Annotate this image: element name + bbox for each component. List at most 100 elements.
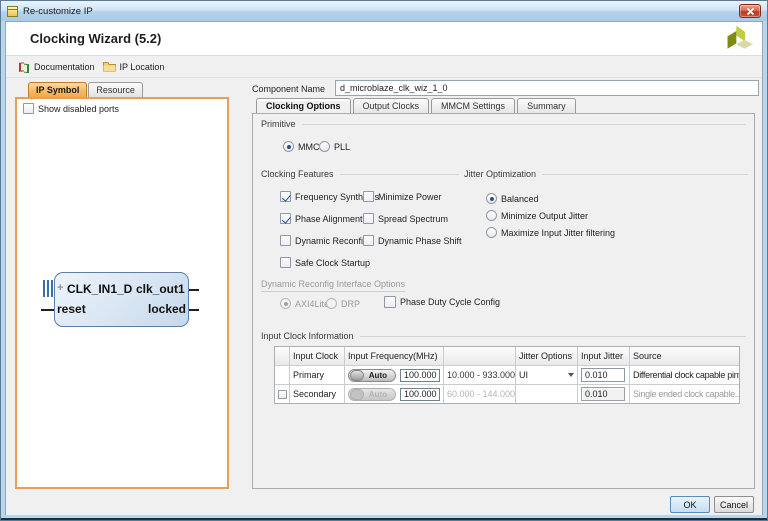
spread-spectrum-checkbox[interactable] [363,213,374,224]
secondary-frequency-input[interactable]: 100.000 [400,388,440,401]
secondary-input-jitter-input[interactable]: 0.010 [581,387,625,401]
clocking-options-panel: Primitive MMCM PLL Clocking Features Fre… [252,113,755,489]
drp-option: DRP [326,298,360,309]
maximize-input-jitter-radio[interactable] [486,227,497,238]
dynamic-phase-shift-checkbox[interactable] [363,235,374,246]
col-input-jitter: Input Jitter [578,347,630,366]
secondary-input-jitter-cell: 0.010 [578,385,630,403]
pll-label: PLL [334,142,350,152]
right-tabbar: Clocking Options Output Clocks MMCM Sett… [256,98,578,113]
tab-resource[interactable]: Resource [88,82,143,97]
port-clk-in1-d: CLK_IN1_D [67,282,132,296]
component-name-label: Component Name [252,81,325,97]
ok-button[interactable]: OK [670,496,710,513]
window-icon [7,6,18,17]
documentation-book-icon [18,61,30,73]
close-button[interactable] [739,4,761,18]
dynamic-reconfig-checkbox[interactable] [280,235,291,246]
secondary-frequency-range: 60.000 - 144.000 [444,385,516,403]
phase-alignment-checkbox[interactable] [280,213,291,224]
tab-ip-symbol[interactable]: IP Symbol [28,82,87,97]
expand-plus-icon[interactable]: + [57,284,66,293]
safe-clock-startup-checkbox[interactable] [280,257,291,268]
jitter-minimize-output-option[interactable]: Minimize Output Jitter [486,210,588,221]
toggle-knob-icon [350,389,364,400]
primary-frequency-input[interactable]: 100.000 [400,369,440,382]
phase-duty-cycle-option[interactable]: Phase Duty Cycle Config [384,296,500,308]
primary-frequency-range: 10.000 - 933.000 [444,366,516,385]
primary-input-jitter-cell: 0.010 [578,366,630,385]
primary-jitter-options-dropdown[interactable]: UI [516,366,578,385]
secondary-name-cell: Secondary [290,385,345,403]
axi4lite-option: AXI4Lite [280,298,329,309]
toolbar: Documentation IP Location [6,56,762,78]
documentation-button[interactable]: Documentation [14,58,99,76]
jitter-optimization-group-header: Jitter Optimization [464,169,748,179]
port-reset: reset [57,302,86,316]
tab-clocking-options[interactable]: Clocking Options [256,98,351,113]
ip-symbol-panel: Show disabled ports + CLK_IN1_D reset cl… [15,97,229,489]
minimize-power-checkbox[interactable] [363,191,374,202]
secondary-enable-cell [275,385,290,403]
ip-location-button[interactable]: IP Location [99,58,169,76]
pll-radio[interactable] [319,141,330,152]
table-row-secondary: Secondary Auto 100.000 60.000 - 144.000 … [275,385,739,403]
show-disabled-ports-checkbox[interactable] [23,103,34,114]
primary-frequency-cell: Auto 100.000 [345,366,444,385]
recustomize-ip-dialog: Re-customize IP Clocking Wizard (5.2) [0,0,768,521]
feature-dynamic-reconfig[interactable]: Dynamic Reconfig [280,235,368,246]
feature-dynamic-phase-shift[interactable]: Dynamic Phase Shift [363,235,462,246]
header-band: Clocking Wizard (5.2) [6,22,762,56]
frequency-synthesis-checkbox[interactable] [280,191,291,202]
toggle-knob-icon [350,370,364,381]
documentation-label: Documentation [34,62,95,72]
dropdown-arrow-icon [738,373,739,377]
locked-stub-line [189,309,199,311]
titlebar[interactable]: Re-customize IP [1,1,767,21]
tab-output-clocks[interactable]: Output Clocks [353,98,430,113]
dynamic-reconfig-group-header: Dynamic Reconfig Interface Options [261,279,405,292]
secondary-enable-checkbox[interactable] [278,390,287,399]
show-disabled-ports-option[interactable]: Show disabled ports [23,103,119,114]
dropdown-arrow-icon [568,373,574,377]
secondary-auto-toggle: Auto [348,388,396,401]
close-icon [746,7,755,16]
primary-source-dropdown[interactable]: Differential clock capable pin [630,366,739,385]
feature-phase-alignment[interactable]: Phase Alignment [280,213,363,224]
col-input-frequency: Input Frequency(MHz) [345,347,444,366]
table-header-row: Input Clock Input Frequency(MHz) Jitter … [275,347,739,366]
primary-name-cell: Primary [290,366,345,385]
cancel-button[interactable]: Cancel [714,496,754,513]
balanced-radio[interactable] [486,193,497,204]
axi4lite-radio [280,298,291,309]
secondary-source-dropdown: Single ended clock capable... [630,385,739,403]
window-title: Re-customize IP [23,6,93,17]
feature-safe-clock-startup[interactable]: Safe Clock Startup [280,257,370,268]
diff-clock-pins-icon [43,280,53,297]
mmcm-radio[interactable] [283,141,294,152]
tab-mmcm-settings[interactable]: MMCM Settings [431,98,515,113]
tab-summary[interactable]: Summary [517,98,576,113]
input-clock-table: Input Clock Input Frequency(MHz) Jitter … [274,346,740,404]
port-clk-out1: clk_out1 [136,282,185,296]
phase-duty-cycle-checkbox[interactable] [384,296,396,308]
jitter-balanced-option[interactable]: Balanced [486,193,539,204]
primary-auto-toggle[interactable]: Auto [348,369,396,382]
clk-out1-stub-line [189,289,199,291]
reset-stub-line [41,309,54,311]
folder-icon [103,61,116,72]
clocking-features-group-header: Clocking Features [261,169,459,179]
component-name-input[interactable]: d_microblaze_clk_wiz_1_0 [335,80,759,96]
ip-symbol-block [54,272,189,327]
feature-minimize-power[interactable]: Minimize Power [363,191,442,202]
feature-spread-spectrum[interactable]: Spread Spectrum [363,213,448,224]
minimize-output-jitter-radio[interactable] [486,210,497,221]
window-bottom-edge [1,518,767,520]
primitive-pll-option[interactable]: PLL [319,141,350,152]
primary-input-jitter-input[interactable]: 0.010 [581,368,625,382]
drp-radio [326,298,337,309]
left-tabbar: IP Symbol Resource [28,82,144,97]
show-disabled-ports-label: Show disabled ports [38,104,119,114]
jitter-maximize-input-option[interactable]: Maximize Input Jitter filtering [486,227,615,238]
col-source: Source [630,347,739,366]
